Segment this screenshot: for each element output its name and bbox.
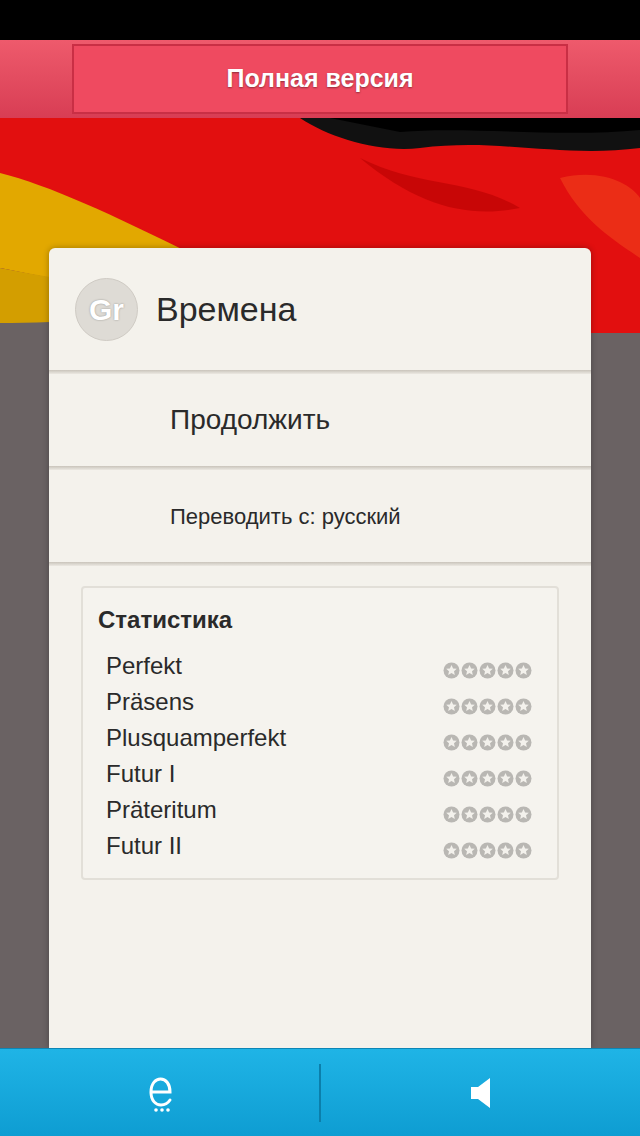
star-icon (497, 734, 514, 751)
star-icon (479, 698, 496, 715)
header-bar: Полная версия (0, 40, 640, 118)
star-icon (461, 662, 478, 679)
star-icon (443, 842, 460, 859)
star-icon (461, 770, 478, 787)
star-rating (443, 770, 532, 787)
tense-name: Präsens (106, 684, 194, 720)
app-button[interactable] (0, 1049, 319, 1136)
star-icon (515, 698, 532, 715)
star-rating (443, 662, 532, 679)
star-icon (461, 698, 478, 715)
divider (49, 562, 591, 566)
topic-title: Времена (156, 284, 296, 335)
menu-row[interactable]: Продолжить (49, 374, 591, 466)
statistics-row: Plusquamperfekt (98, 720, 542, 756)
star-icon (479, 734, 496, 751)
star-rating (443, 806, 532, 823)
statistics-row: Futur II (98, 828, 542, 864)
statistics-title: Статистика (98, 602, 542, 638)
divider (49, 370, 591, 374)
main-area: Gr Времена Продолжить Переводить с: русский… (0, 118, 640, 1048)
full-version-button[interactable]: Полная версия (72, 44, 568, 114)
star-icon (461, 806, 478, 823)
star-icon (497, 842, 514, 859)
statistics-row: Futur I (98, 756, 542, 792)
star-icon (515, 662, 532, 679)
star-icon (461, 734, 478, 751)
star-icon (479, 770, 496, 787)
full-version-label: Полная версия (226, 60, 413, 98)
star-rating (443, 698, 532, 715)
tense-name: Futur II (106, 828, 182, 864)
separator (319, 1064, 321, 1122)
divider (49, 466, 591, 470)
menu-label: Переводить с: русский (170, 500, 401, 533)
topic-card: Gr Времена Продолжить Переводить с: русский… (49, 248, 591, 1048)
star-icon (497, 770, 514, 787)
bottom-bar (0, 1048, 640, 1136)
tense-name: Präteritum (106, 792, 217, 828)
tense-name: Futur I (106, 756, 175, 792)
star-icon (515, 842, 532, 859)
star-icon (515, 770, 532, 787)
speaker-icon (469, 1076, 493, 1110)
star-icon (497, 698, 514, 715)
star-icon (497, 806, 514, 823)
topic-badge: Gr (75, 278, 138, 341)
statistics-row: Präteritum (98, 792, 542, 828)
card-header: Gr Времена (49, 248, 591, 370)
tense-name: Perfekt (106, 648, 182, 684)
menu-row[interactable]: Переводить с: русский (49, 470, 591, 562)
star-icon (443, 734, 460, 751)
star-icon (515, 806, 532, 823)
tense-name: Plusquamperfekt (106, 720, 286, 756)
star-icon (479, 806, 496, 823)
statistics-panel: СтатистикаPerfektPräsensPlusquamperfektF… (81, 586, 559, 880)
star-icon (479, 842, 496, 859)
star-icon (443, 806, 460, 823)
star-icon (443, 770, 460, 787)
topic-badge-text: Gr (89, 287, 124, 332)
statistics-row: Präsens (98, 684, 542, 720)
app-logo-icon (142, 1073, 178, 1113)
star-icon (479, 662, 496, 679)
star-icon (443, 698, 460, 715)
sound-button[interactable] (321, 1049, 640, 1136)
star-icon (497, 662, 514, 679)
star-rating (443, 842, 532, 859)
star-icon (443, 662, 460, 679)
status-bar (0, 0, 640, 40)
star-rating (443, 734, 532, 751)
menu-label: Продолжить (170, 399, 330, 441)
star-icon (461, 842, 478, 859)
statistics-row: Perfekt (98, 648, 542, 684)
star-icon (515, 734, 532, 751)
